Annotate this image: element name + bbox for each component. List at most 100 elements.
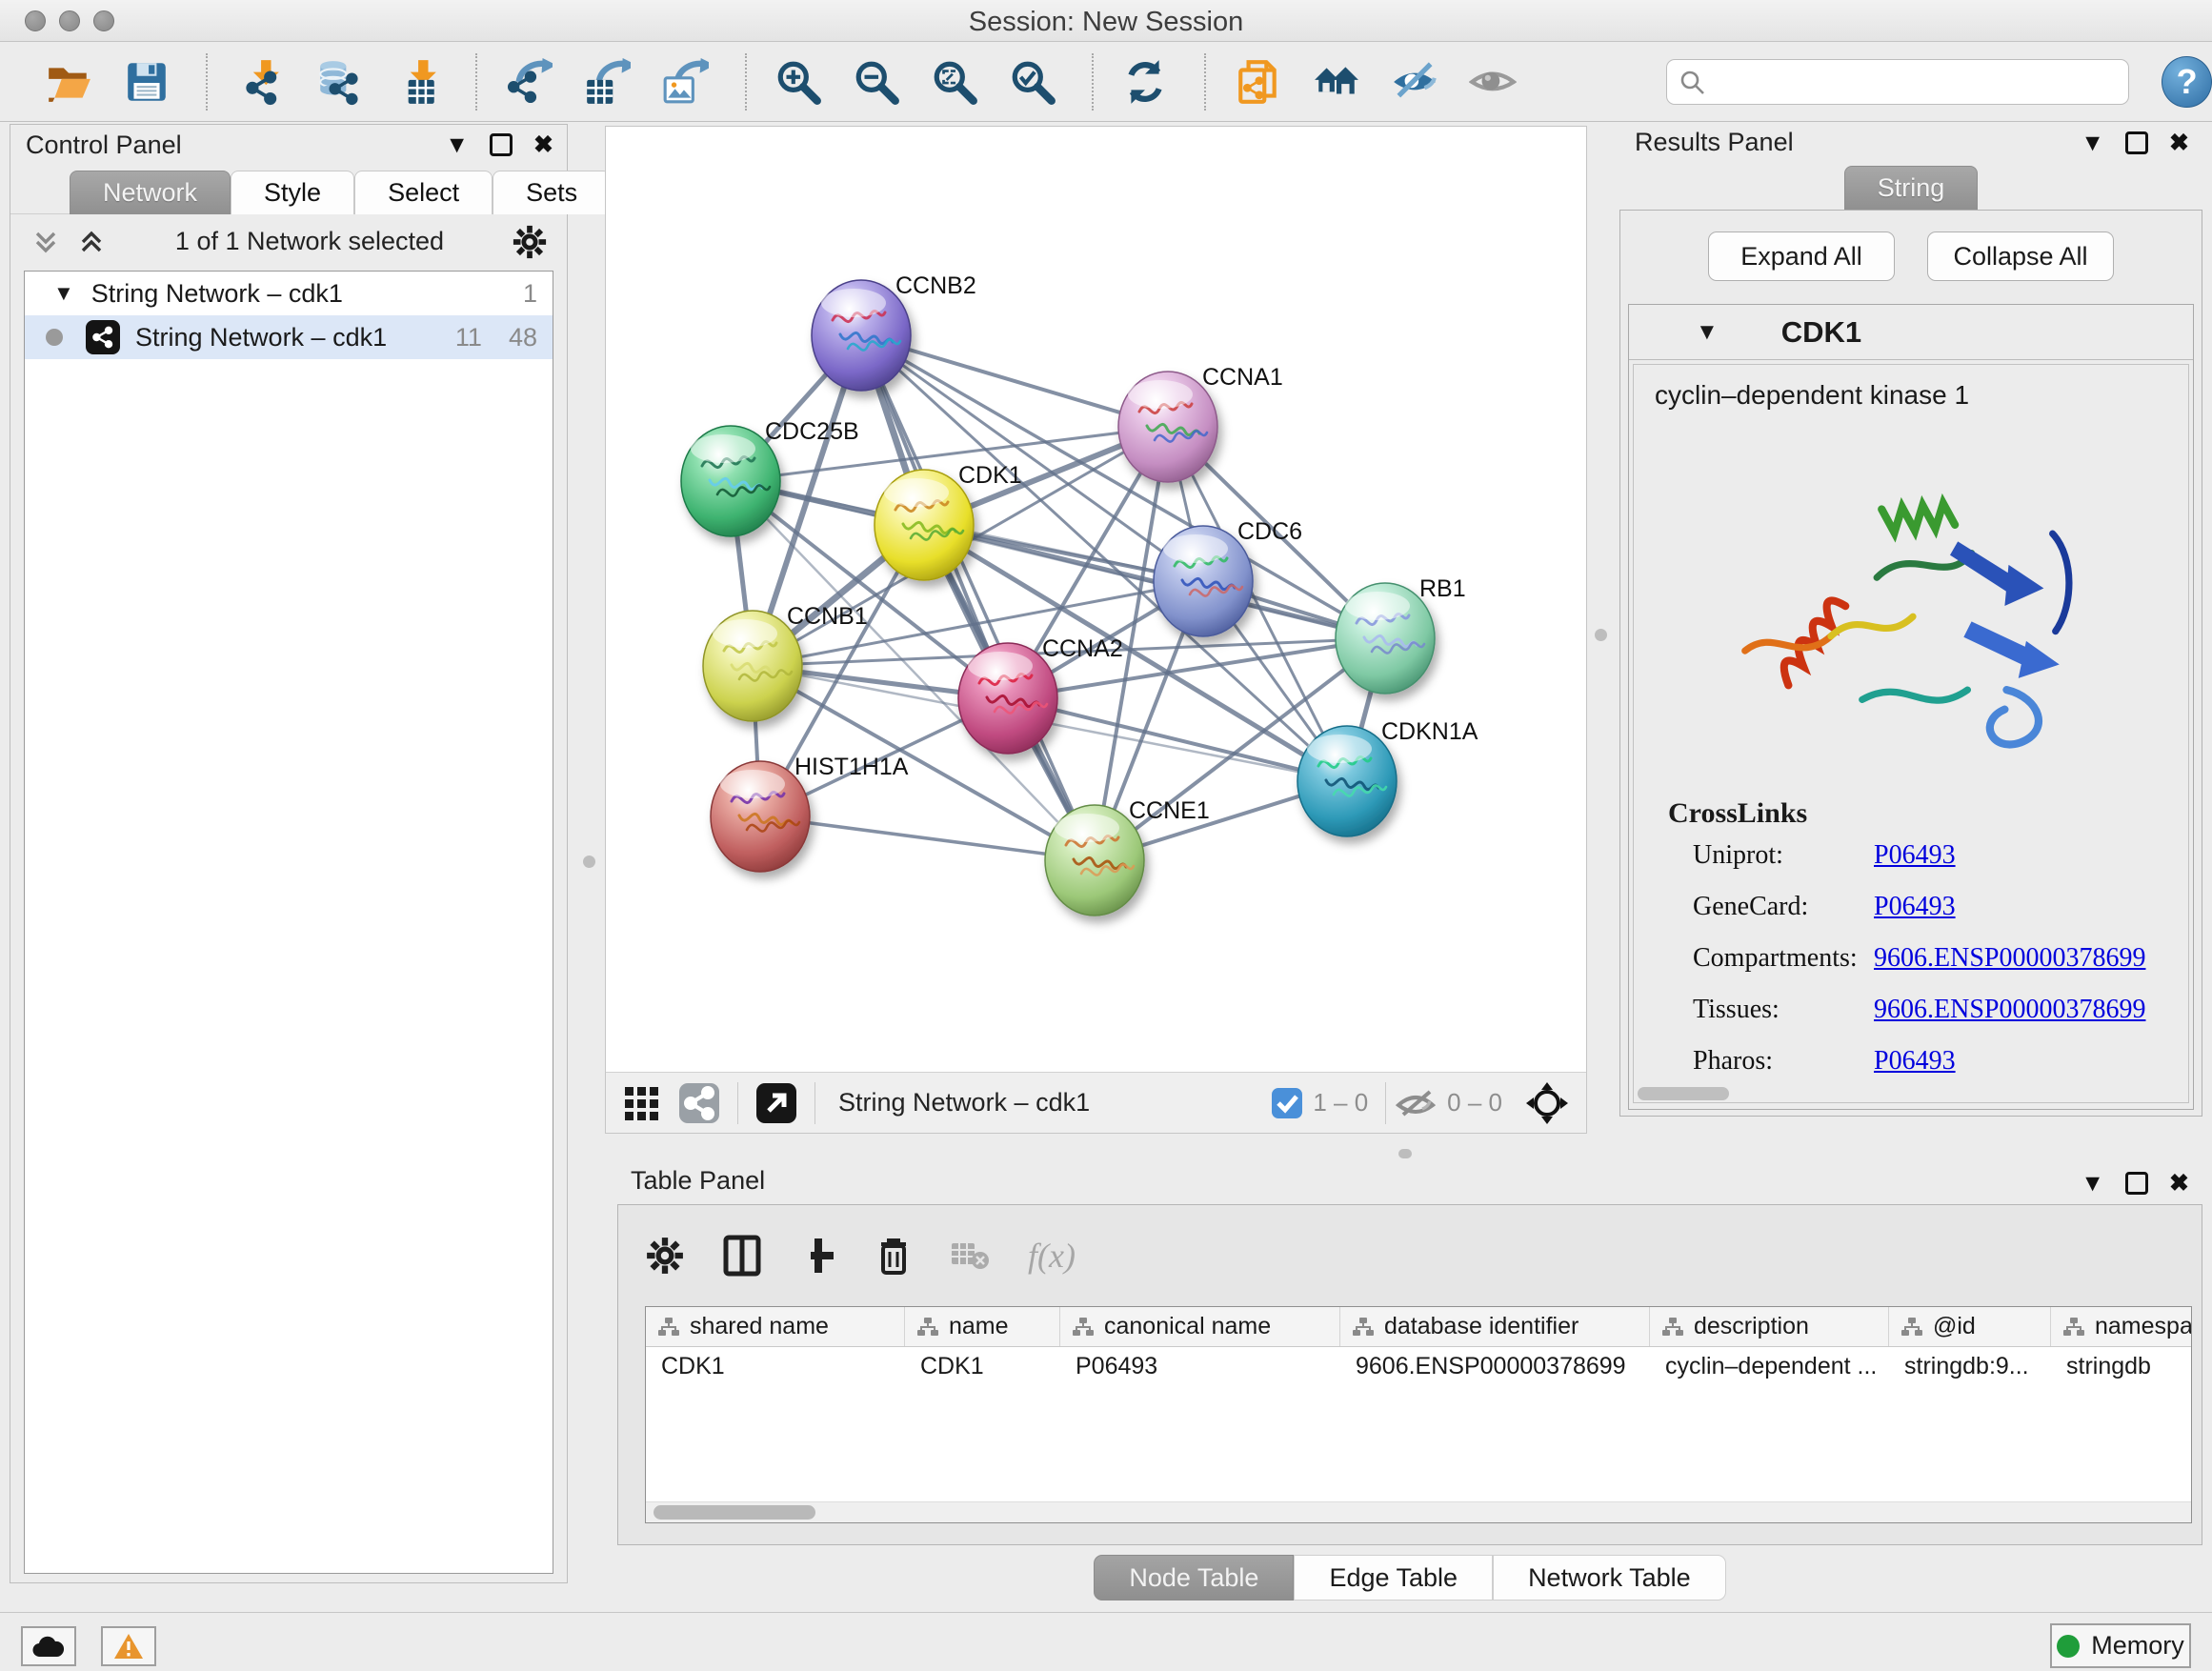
network-view-toolbar: String Network – cdk1 1 – 0 0 – 0 [606,1072,1586,1133]
export-image-icon[interactable] [656,52,714,111]
tab-style[interactable]: Style [231,171,354,214]
collapse-all-networks-icon[interactable] [30,226,62,258]
network-canvas[interactable]: CCNB2 CCNA1 CDC25B CDK1 CDC6 RB1 [605,126,1587,1134]
search-box[interactable] [1666,59,2129,105]
import-table-from-file-icon[interactable] [388,52,445,111]
status-bar: Memory [0,1612,2212,1671]
tab-node-table[interactable]: Node Table [1094,1555,1294,1601]
panel-close-icon[interactable]: ✖ [2169,129,2189,157]
crosslink-row: Uniprot: P06493 [1634,830,2188,881]
panel-float-icon[interactable] [2125,131,2148,154]
column-header-namespace[interactable]: namespace [2051,1307,2192,1346]
expand-all-networks-icon[interactable] [75,226,108,258]
open-in-browser-icon[interactable] [755,1082,797,1124]
export-table-icon[interactable] [578,52,635,111]
apply-layout-icon[interactable] [1116,52,1174,111]
left-splitter-handle[interactable] [583,856,595,868]
crosslink-link[interactable]: P06493 [1874,1046,1956,1077]
table-options-gear-icon[interactable] [645,1236,685,1276]
first-neighbors-icon[interactable] [1308,52,1365,111]
selected-counts: 1 – 0 [1313,1088,1368,1117]
crosslink-link[interactable]: P06493 [1874,840,1956,871]
panel-close-icon[interactable]: ✖ [2169,1169,2189,1198]
protein-section-header[interactable]: ▼ CDK1 [1629,305,2193,360]
table-hscrollbar[interactable] [646,1501,2191,1522]
clone-network-icon[interactable] [1229,52,1286,111]
tree-expand-triangle-icon[interactable]: ▼ [53,281,74,306]
hide-selected-icon[interactable] [1386,52,1443,111]
panel-float-icon[interactable] [490,133,513,156]
column-header-canonicalname[interactable]: canonical name [1060,1307,1340,1346]
table-panel-title: Table Panel [631,1166,765,1195]
collapse-all-button[interactable]: Collapse All [1927,232,2114,281]
crosslink-link[interactable]: 9606.ENSP00000378699 [1874,943,2145,974]
toolbar-separator [1204,53,1206,111]
tab-edge-table[interactable]: Edge Table [1294,1555,1493,1601]
panel-menu-icon[interactable]: ▼ [2081,130,2104,157]
column-type-icon [1352,1317,1375,1338]
help-icon[interactable]: ? [2162,56,2211,108]
search-input[interactable] [1705,67,2117,96]
export-network-icon[interactable] [500,52,557,111]
zoom-fit-icon[interactable] [926,52,983,111]
panel-menu-icon[interactable]: ▼ [445,131,469,159]
show-all-icon[interactable] [1464,52,1521,111]
right-splitter-handle[interactable] [1595,629,1607,641]
zoom-in-icon[interactable] [770,52,827,111]
tab-select[interactable]: Select [354,171,493,214]
search-icon [1679,69,1705,95]
node-table-rows: CDK1CDK1P064939606.ENSP00000378699cyclin… [646,1347,2191,1387]
hidden-eye-icon[interactable] [1394,1084,1438,1122]
selected-checkbox-icon[interactable] [1271,1087,1303,1119]
warnings-button[interactable] [101,1626,156,1666]
table-row[interactable]: CDK1CDK1P064939606.ENSP00000378699cyclin… [646,1347,2191,1387]
show-columns-icon[interactable] [723,1235,761,1277]
zoom-out-icon[interactable] [848,52,905,111]
fit-content-crosshair-icon[interactable] [1525,1081,1569,1125]
node-label-CCNE1: CCNE1 [1129,797,1210,824]
string-network-graph[interactable]: CCNB2 CCNA1 CDC25B CDK1 CDC6 RB1 [606,127,1586,1072]
import-network-from-database-icon[interactable] [310,52,367,111]
tab-sets[interactable]: Sets [493,171,611,214]
tab-network[interactable]: Network [70,171,231,214]
crosslink-link[interactable]: 9606.ENSP00000378699 [1874,995,2145,1025]
column-header-description[interactable]: description [1650,1307,1889,1346]
cloud-status-button[interactable] [21,1626,76,1666]
warning-icon [112,1632,145,1661]
import-network-from-file-icon[interactable] [231,52,288,111]
open-session-icon[interactable] [40,52,97,111]
edge-CCNB2-CCNE1[interactable] [861,335,1095,860]
section-collapse-triangle-icon[interactable]: ▼ [1696,319,1719,346]
column-header-databaseidentifier[interactable]: database identifier [1340,1307,1650,1346]
results-hscroll-thumb[interactable] [1638,1087,1729,1100]
protein-description: cyclin–dependent kinase 1 [1634,365,2188,411]
zoom-selected-icon[interactable] [1004,52,1061,111]
edge-HIST1H1A-CCNE1[interactable] [760,816,1095,860]
memory-button[interactable]: Memory [2050,1623,2191,1668]
toolbar-separator [206,53,208,111]
network-node-count: 11 [455,323,482,352]
column-header-name[interactable]: name [905,1307,1060,1346]
column-header-sharedname[interactable]: shared name [646,1307,905,1346]
panel-menu-icon[interactable]: ▼ [2081,1170,2104,1198]
tab-string[interactable]: String [1844,166,1979,210]
control-panel-tabs: Network Style Select Sets [10,171,567,214]
delete-column-trash-icon[interactable] [875,1235,912,1277]
save-session-icon[interactable] [118,52,175,111]
cell-id: stringdb:9... [1889,1347,2051,1387]
crosslink-link[interactable]: P06493 [1874,892,1956,922]
table-hscroll-thumb[interactable] [654,1505,815,1520]
column-header-id[interactable]: @id [1889,1307,2051,1346]
network-row[interactable]: String Network – cdk1 11 48 [25,315,553,359]
bottom-splitter-handle[interactable] [1398,1149,1412,1158]
panel-float-icon[interactable] [2125,1172,2148,1195]
tab-network-table[interactable]: Network Table [1493,1555,1726,1601]
network-options-gear-icon[interactable] [512,224,548,260]
birdseye-view-icon[interactable] [623,1083,663,1123]
network-collection-row[interactable]: ▼ String Network – cdk1 1 [25,272,553,315]
add-column-icon[interactable] [799,1235,837,1277]
panel-close-icon[interactable]: ✖ [533,131,553,159]
column-type-icon [1900,1317,1923,1338]
expand-all-button[interactable]: Expand All [1708,232,1895,281]
network-share-icon[interactable] [678,1082,720,1124]
